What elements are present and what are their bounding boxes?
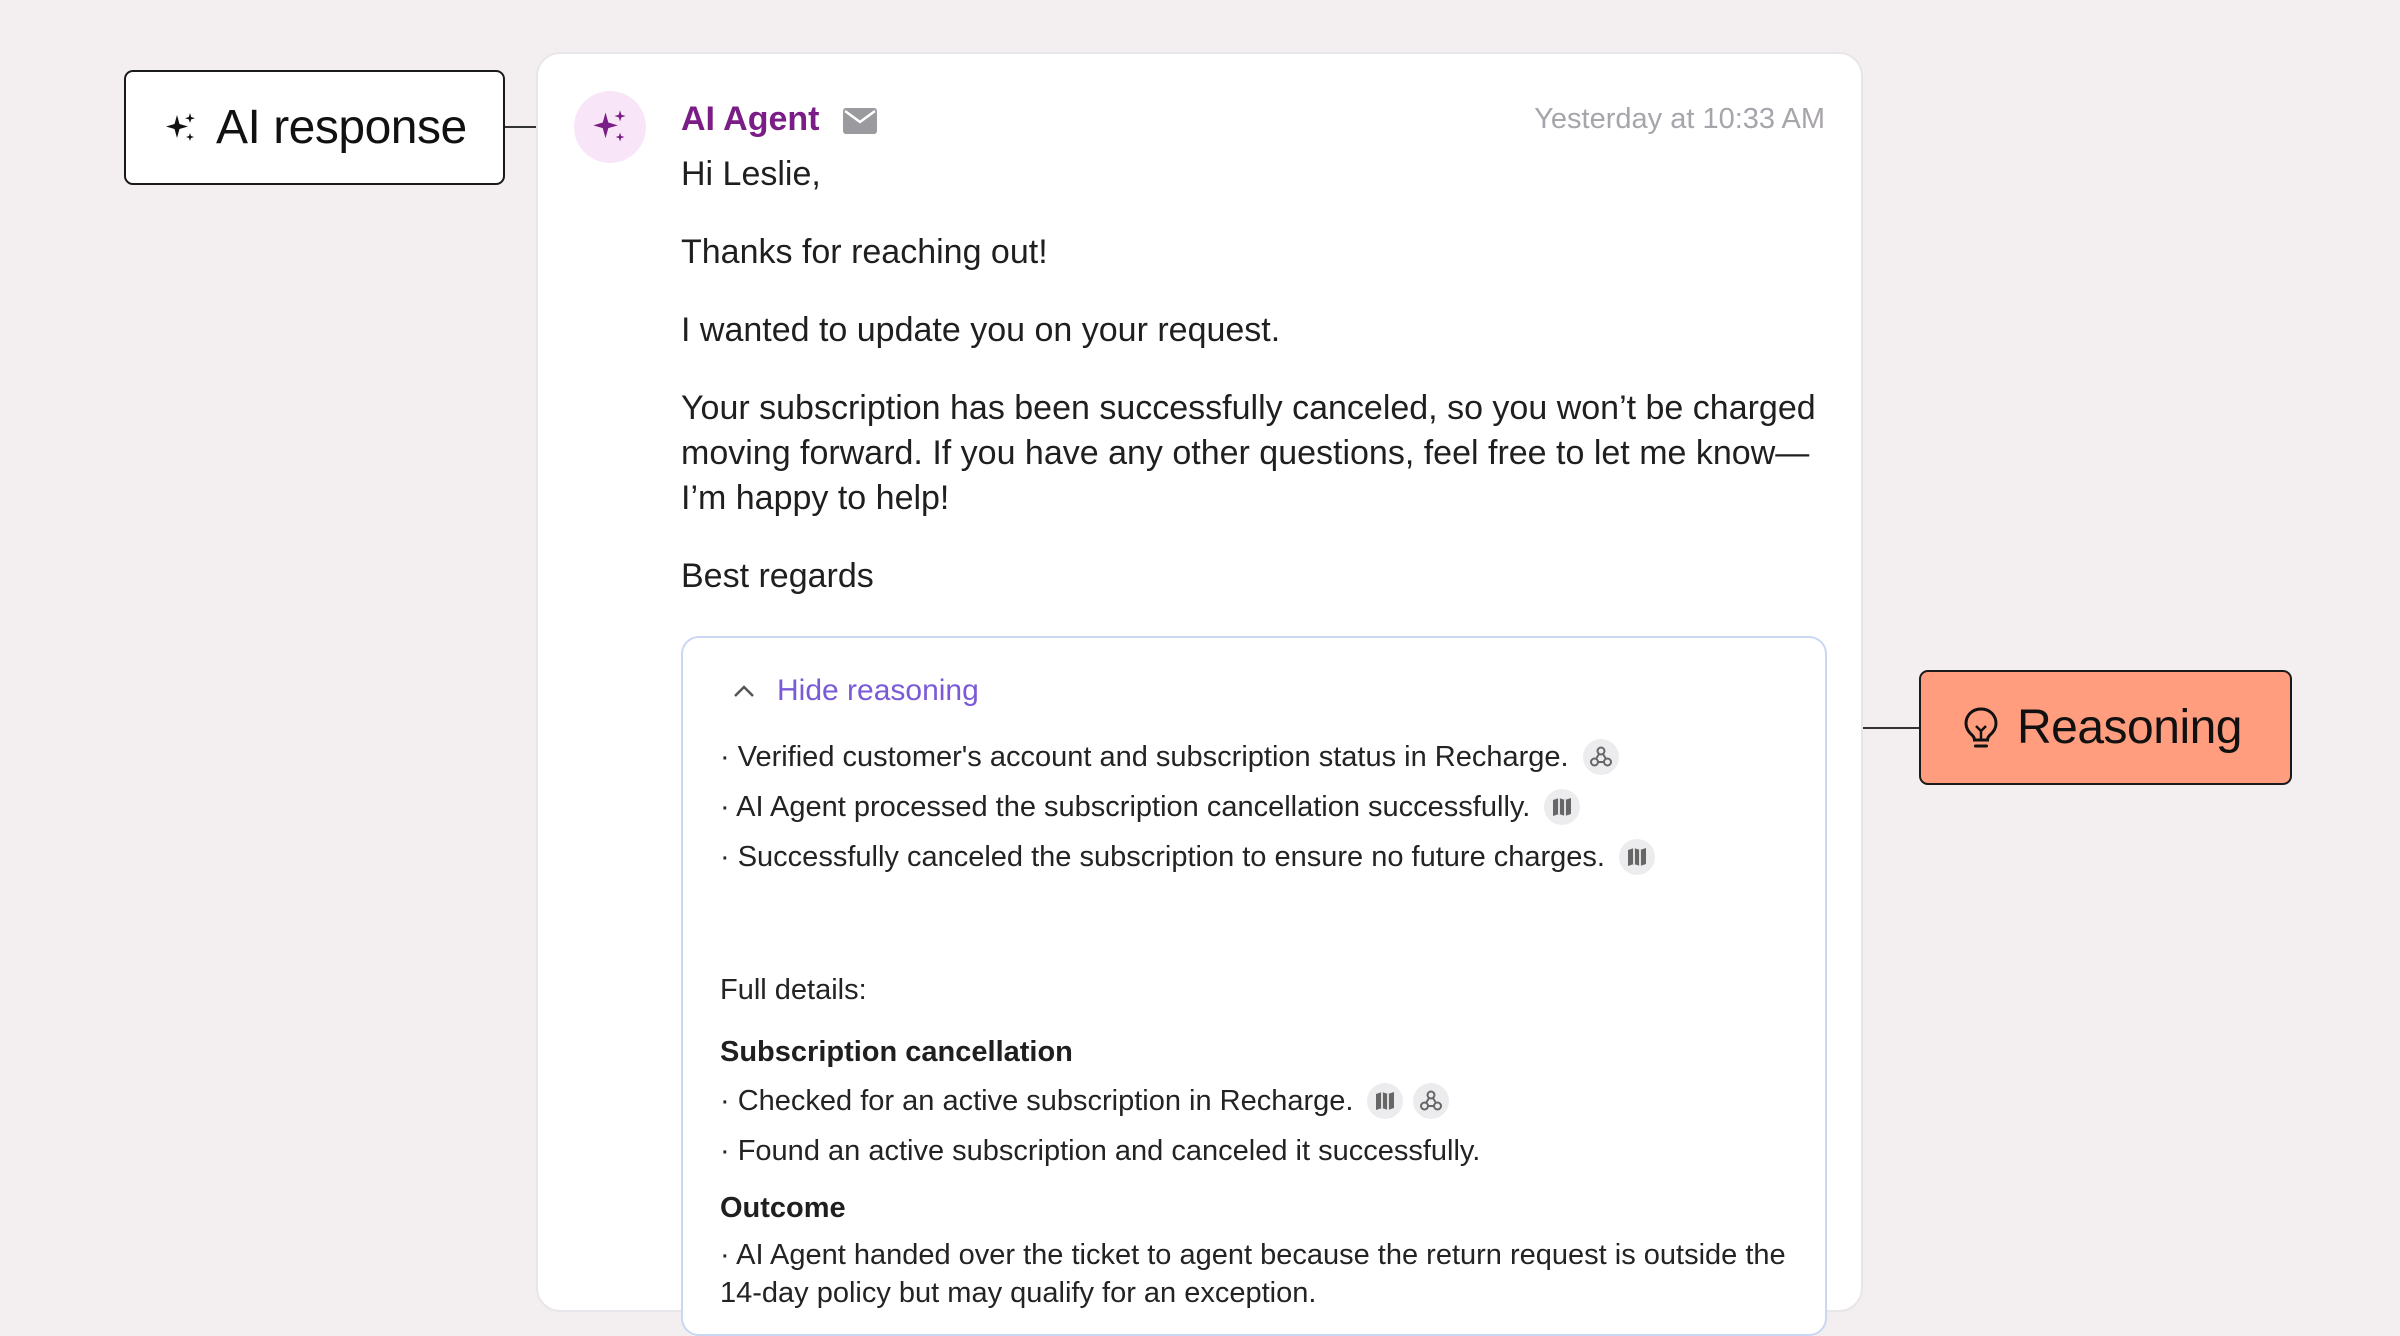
ai-response-callout-label: AI response [216,101,467,154]
list-item: · Verified customer's account and subscr… [720,732,1800,782]
message-paragraph: Your subscription has been successfully … [681,389,1816,517]
message-paragraph: I wanted to update you on your request. [681,311,1281,349]
sparkle-icon [593,110,626,142]
reasoning-callout: Reasoning [1919,670,2292,785]
lightbulb-icon [1964,706,1998,747]
hide-reasoning-toggle[interactable]: Hide reasoning [733,674,979,708]
list-item: · Found an active subscription and cance… [720,1134,1481,1167]
message-paragraph: Hi Leslie, [681,155,821,193]
ai-response-callout: AI response [124,70,505,185]
message-paragraph: Best regards [681,557,874,595]
chevron-up-icon [734,685,754,697]
reasoning-callout-label: Reasoning [2017,701,2243,754]
mail-icon [843,108,877,134]
list-item: · AI Agent handed over the ticket to age… [720,1239,1786,1309]
webhook-icon[interactable] [1413,1083,1450,1119]
list-item: · AI Agent processed the subscription ca… [720,782,1800,832]
reasoning-panel: Hide reasoning · Verified customer's acc… [681,636,1827,1336]
message-header: AI Agent Yesterday at 10:33 AM [681,94,1825,146]
section-title: Outcome [720,1192,846,1224]
message-timestamp: Yesterday at 10:33 AM [1534,103,1825,135]
map-icon[interactable] [1544,789,1581,825]
sparkle-icon [166,112,195,141]
agent-name[interactable]: AI Agent [681,94,820,144]
list-item: · Successfully canceled the subscription… [720,832,1800,882]
map-icon[interactable] [1367,1083,1404,1119]
message-paragraph: Thanks for reaching out! [681,233,1048,271]
hide-reasoning-label: Hide reasoning [777,674,979,707]
section-title: Subscription cancellation [720,1036,1073,1068]
list-item: · Checked for an active subscription in … [720,1076,1800,1126]
message-body: Hi Leslie, Thanks for reaching out! I wa… [681,152,1821,632]
webhook-icon[interactable] [1582,739,1619,775]
map-icon[interactable] [1618,839,1655,875]
full-details-label: Full details: [720,974,867,1006]
message-card: AI Agent Yesterday at 10:33 AM Hi Leslie… [536,52,1863,1336]
full-details: Full details: Subscription cancellation … [720,970,1800,1312]
ai-agent-avatar [574,91,646,163]
reasoning-summary-list: · Verified customer's account and subscr… [720,732,1800,882]
